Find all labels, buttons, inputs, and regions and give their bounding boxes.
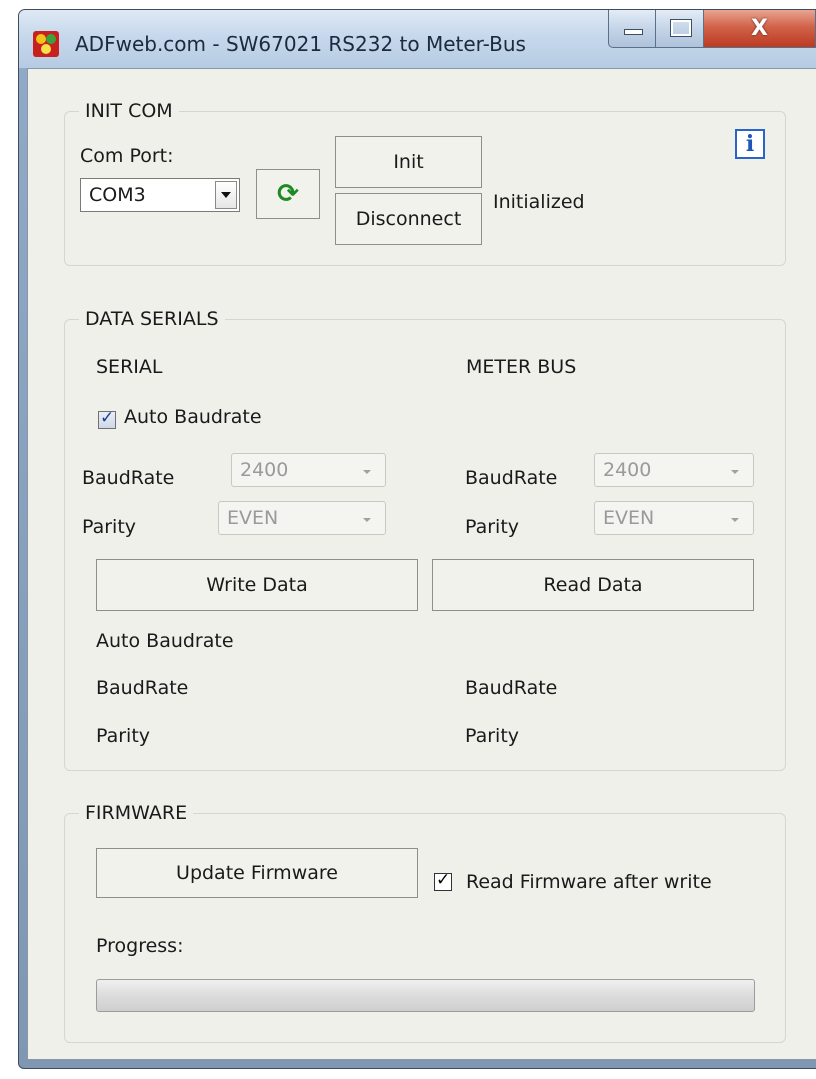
init-button[interactable]: Init [335,136,482,188]
maximize-icon [670,19,692,37]
app-window: ADFweb.com - SW67021 RS232 to Meter-Bus … [18,9,816,1069]
update-firmware-button[interactable]: Update Firmware [96,848,418,898]
meterbus-header: METER BUS [466,356,577,378]
chevron-down-icon [363,470,371,474]
data-serials-label: DATA SERIALS [79,308,225,330]
readback-auto-baudrate-label: Auto Baudrate [96,630,234,652]
chevron-down-icon [731,470,739,474]
minimize-button[interactable] [608,10,656,48]
readback-serial-baudrate-label: BaudRate [96,677,189,699]
auto-baudrate-label: Auto Baudrate [124,406,262,428]
meterbus-baudrate-label: BaudRate [465,467,558,489]
window-controls: X [608,10,816,56]
serial-parity-select[interactable]: EVEN [218,501,386,535]
serial-parity-label: Parity [82,516,137,538]
read-data-button[interactable]: Read Data [432,559,754,611]
meterbus-parity-select[interactable]: EVEN [594,501,754,535]
meterbus-baudrate-select[interactable]: 2400 [594,453,754,487]
init-com-label: INIT COM [79,100,179,122]
readback-meterbus-parity-label: Parity [465,725,520,747]
data-serials-group: DATA SERIALS [64,308,786,771]
close-icon: X [751,16,768,41]
firmware-progress-bar [96,979,755,1012]
write-data-button[interactable]: Write Data [96,559,418,611]
title-bar[interactable]: ADFweb.com - SW67021 RS232 to Meter-Bus … [19,10,816,68]
com-port-value: COM3 [89,184,146,206]
meterbus-baudrate-value: 2400 [603,459,652,481]
close-button[interactable]: X [704,10,816,48]
auto-baudrate-checkbox[interactable] [98,408,116,429]
serial-parity-value: EVEN [227,507,279,529]
chevron-down-icon [363,518,371,522]
chevron-down-icon [731,518,739,522]
com-port-label: Com Port: [80,145,174,167]
maximize-button[interactable] [656,10,704,48]
read-after-write-checkbox[interactable] [434,870,452,891]
window-title: ADFweb.com - SW67021 RS232 to Meter-Bus [75,32,526,56]
connection-status: Initialized [493,191,585,213]
serial-baudrate-select[interactable]: 2400 [231,453,386,487]
progress-label: Progress: [96,935,184,957]
serial-baudrate-value: 2400 [240,459,289,481]
serial-baudrate-label: BaudRate [82,467,175,489]
chevron-down-icon[interactable] [215,181,237,209]
com-port-select[interactable]: COM3 [80,178,240,212]
readback-serial-parity-label: Parity [96,725,151,747]
serial-header: SERIAL [96,356,163,378]
minimize-icon [624,29,643,35]
readback-meterbus-baudrate-label: BaudRate [465,677,558,699]
refresh-icon: ⟳ [277,179,299,209]
disconnect-button[interactable]: Disconnect [335,193,482,245]
read-after-write-label: Read Firmware after write [466,871,712,893]
firmware-label: FIRMWARE [79,802,194,824]
app-logo-icon [33,31,59,57]
info-icon[interactable]: i [735,129,765,159]
meterbus-parity-label: Parity [465,516,520,538]
meterbus-parity-value: EVEN [603,507,655,529]
client-area: INIT COM Com Port: COM3 ⟳ Init Disconnec… [27,68,816,1060]
refresh-ports-button[interactable]: ⟳ [256,169,320,219]
